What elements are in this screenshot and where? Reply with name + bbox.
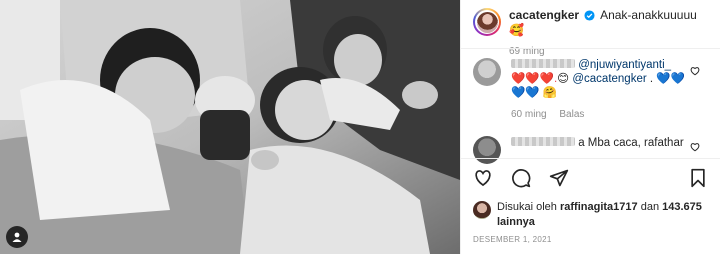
post-photo[interactable] bbox=[0, 0, 460, 254]
likes-text[interactable]: Disukai oleh raffinagita1717 dan 143.675… bbox=[497, 200, 702, 230]
author-avatar[interactable] bbox=[473, 8, 501, 36]
comment-text: a Mba caca, rafathar bbox=[578, 137, 684, 149]
comment-mention-2[interactable]: @cacatengker bbox=[572, 73, 646, 85]
comment-time[interactable]: 60 ming bbox=[511, 109, 547, 120]
blurred-username bbox=[511, 59, 575, 68]
commenter-avatar[interactable] bbox=[473, 58, 501, 86]
caption-time[interactable]: 69 ming bbox=[509, 44, 712, 59]
comment-body: @njuwiyantiyanti_ ❤️❤️❤️.😊 @cacatengker … bbox=[511, 58, 701, 122]
likes-suffix[interactable]: lainnya bbox=[497, 216, 535, 228]
comment-mention[interactable]: @njuwiyantiyanti_ bbox=[578, 59, 671, 71]
comment-reply-button[interactable]: Balas bbox=[559, 109, 584, 120]
caption-row: cacatengker Anak-anakkuuuuu 🥰 69 ming bbox=[473, 8, 712, 59]
likes-summary: Disukai oleh raffinagita1717 dan 143.675… bbox=[473, 200, 712, 230]
liker-username[interactable]: raffinagita1717 bbox=[560, 201, 638, 213]
caption-divider bbox=[461, 48, 720, 49]
likes-count[interactable]: 143.675 bbox=[662, 201, 702, 213]
caption-text: cacatengker Anak-anakkuuuuu 🥰 69 ming bbox=[509, 8, 712, 59]
liker-avatar[interactable] bbox=[473, 201, 491, 219]
comment-item: a Mba caca, rafathar bbox=[473, 136, 712, 164]
comment-body: a Mba caca, rafathar bbox=[511, 136, 701, 164]
comment-tail: . bbox=[646, 73, 654, 85]
user-tag-icon[interactable] bbox=[6, 226, 28, 248]
comment-icon[interactable] bbox=[509, 166, 533, 190]
heart-icon[interactable] bbox=[471, 166, 495, 190]
action-bar bbox=[471, 166, 710, 190]
likes-prefix: Disukai oleh bbox=[497, 201, 557, 213]
comment-red-hearts: ❤️❤️❤️. bbox=[511, 73, 558, 85]
comment-blue-hearts-2: 💙💙 bbox=[511, 87, 540, 99]
comment-meta: 60 ming Balas bbox=[511, 108, 701, 122]
blurred-username bbox=[511, 137, 575, 146]
comment-item: @njuwiyantiyanti_ ❤️❤️❤️.😊 @cacatengker … bbox=[473, 58, 712, 122]
bookmark-icon[interactable] bbox=[686, 166, 710, 190]
photo-illustration bbox=[0, 0, 460, 254]
comment-hug-emoji: 🤗 bbox=[542, 87, 558, 99]
comment-face-emoji: 😊 bbox=[557, 73, 570, 85]
post-date: DESEMBER 1, 2021 bbox=[473, 235, 552, 244]
comment-heart-icon[interactable] bbox=[690, 66, 700, 76]
actions-divider bbox=[461, 158, 720, 159]
comment-blue-hearts-1: 💙💙 bbox=[656, 73, 685, 85]
post-side-panel: cacatengker Anak-anakkuuuuu 🥰 69 ming @n… bbox=[460, 0, 720, 254]
verified-icon bbox=[584, 10, 595, 21]
commenter-avatar[interactable] bbox=[473, 136, 501, 164]
share-icon[interactable] bbox=[547, 166, 571, 190]
author-username[interactable]: cacatengker bbox=[509, 8, 579, 22]
likes-middle: dan bbox=[640, 201, 660, 213]
comment-heart-icon[interactable] bbox=[690, 142, 700, 152]
instagram-post: cacatengker Anak-anakkuuuuu 🥰 69 ming @n… bbox=[0, 0, 720, 254]
caption-emoji: 🥰 bbox=[509, 23, 524, 37]
caption-body: Anak-anakkuuuuu bbox=[600, 8, 697, 22]
